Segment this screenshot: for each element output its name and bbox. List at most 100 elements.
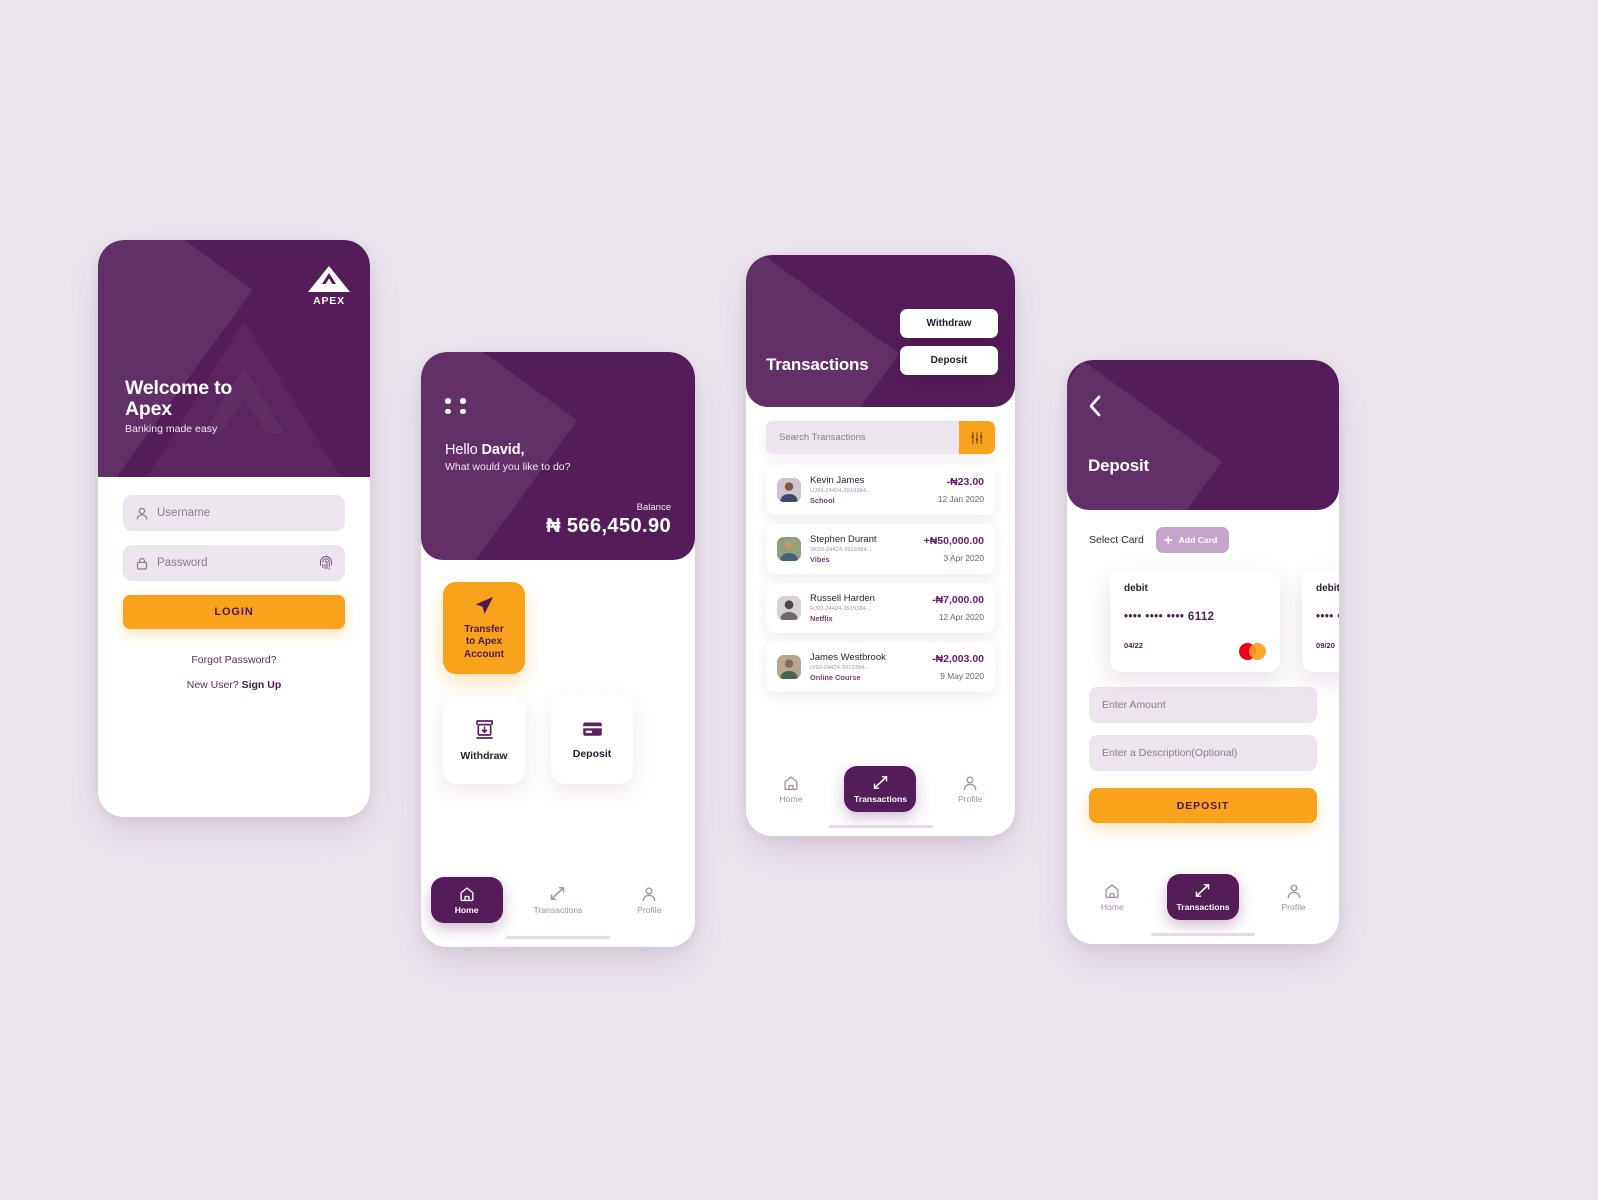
- transfer-arrows-icon: [1196, 884, 1210, 897]
- nav-item-profile[interactable]: Profile: [613, 877, 685, 923]
- withdraw-button[interactable]: Withdraw: [443, 696, 525, 784]
- transaction-reference: UJ93-24424-3919384...: [810, 487, 871, 494]
- bottom-nav: Home Transactions Profile: [421, 865, 695, 947]
- username-placeholder: Username: [157, 507, 211, 519]
- chevron-left-icon: [1089, 395, 1101, 417]
- person-icon: [642, 886, 656, 901]
- card-carousel[interactable]: debit •••• •••• •••• 6112 04/22 debit ••…: [1089, 570, 1339, 675]
- username-field[interactable]: Username: [123, 495, 345, 531]
- table-row[interactable]: James Westbrook IV93-24424-3919384... On…: [766, 642, 995, 692]
- send-icon: [475, 596, 493, 614]
- search-input[interactable]: Search Transactions: [766, 421, 959, 454]
- login-title-line2: Apex: [125, 398, 172, 420]
- greeting-subtitle: What would you like to do?: [445, 461, 571, 473]
- sign-up-link[interactable]: Sign Up: [242, 679, 282, 691]
- card-item[interactable]: debit •••• •••• •••• 6112 04/22: [1110, 570, 1280, 672]
- transaction-category: Netflix: [810, 613, 833, 623]
- home-indicator: [828, 825, 933, 828]
- deposit-body: Select Card + Add Card debit •••• •••• •…: [1067, 510, 1339, 823]
- page-title: Deposit: [1088, 456, 1149, 475]
- nav-item-home[interactable]: Home: [1076, 874, 1148, 920]
- bottom-nav: Home Transactions Profile: [746, 754, 1015, 836]
- login-header: APEX Welcome to Apex Banking made easy: [98, 240, 370, 477]
- home-indicator: [506, 936, 610, 939]
- card-expiry: 09/20: [1316, 641, 1336, 650]
- nav-label-transactions: Transactions: [533, 905, 583, 915]
- forgot-password-link[interactable]: Forgot Password?: [123, 654, 345, 666]
- transfer-arrows-icon: [551, 887, 565, 900]
- greeting-name: David,: [481, 442, 525, 458]
- nav-item-transactions[interactable]: Transactions: [522, 877, 594, 923]
- card-type: debit: [1124, 583, 1148, 594]
- home-screen: Hello David, What would you like to do? …: [421, 352, 695, 947]
- transfer-line3: Account: [464, 648, 504, 660]
- nav-item-home[interactable]: Home: [755, 766, 827, 812]
- table-row[interactable]: Russell Harden RJ93-24424-3919384... Net…: [766, 583, 995, 633]
- transfer-to-apex-account-button[interactable]: Transfer to Apex Account: [443, 582, 525, 674]
- card-number: •••• •••• •••• 6112: [1124, 611, 1215, 623]
- password-field[interactable]: Password: [123, 545, 345, 581]
- search-bar: Search Transactions: [766, 421, 995, 454]
- transaction-date: 12 Jan 2020: [937, 494, 984, 504]
- back-button[interactable]: [1088, 395, 1102, 417]
- deposit-button[interactable]: Deposit: [551, 696, 633, 784]
- nav-item-profile[interactable]: Profile: [1258, 874, 1330, 920]
- home-icon: [1105, 883, 1119, 898]
- transaction-date: 12 Apr 2020: [938, 612, 984, 622]
- transaction-category: School: [810, 495, 835, 505]
- nav-item-transactions[interactable]: Transactions: [1166, 874, 1239, 920]
- nav-item-profile[interactable]: Profile: [934, 766, 1006, 812]
- login-form: Username Password LOGIN Forgot Password?…: [98, 477, 370, 691]
- lock-icon: [136, 557, 148, 570]
- avatar-photo-icon: [777, 537, 801, 561]
- transaction-list: Kevin James UJ93-24424-3919384... School…: [766, 465, 995, 692]
- transaction-amount: -₦7,000.00: [932, 594, 984, 606]
- user-icon: [136, 507, 148, 520]
- nav-item-transactions[interactable]: Transactions: [844, 766, 917, 812]
- credit-card-icon: [582, 722, 602, 736]
- avatar-photo-icon: [777, 478, 801, 502]
- add-card-button[interactable]: + Add Card: [1155, 527, 1230, 553]
- nav-label-profile: Profile: [1281, 901, 1306, 912]
- withdraw-button[interactable]: Withdraw: [900, 309, 998, 338]
- screens-canvas: APEX Welcome to Apex Banking made easy U…: [0, 0, 1598, 1200]
- deposit-button[interactable]: Deposit: [900, 346, 998, 375]
- transfer-line2: to Apex: [465, 636, 503, 648]
- mastercard-logo: [1239, 643, 1266, 660]
- filter-sliders-icon: [971, 431, 983, 444]
- transaction-details: James Westbrook IV93-24424-3919384... On…: [810, 652, 932, 682]
- description-input[interactable]: Enter a Description(Optional): [1089, 735, 1317, 771]
- filter-button[interactable]: [959, 421, 995, 454]
- greeting: Hello David,: [445, 442, 525, 458]
- transaction-amount-block: +₦50,000.00 3 Apr 2020: [924, 535, 984, 563]
- deposit-header: Deposit: [1067, 360, 1339, 510]
- amount-input[interactable]: Enter Amount: [1089, 687, 1317, 723]
- nav-item-home[interactable]: Home: [430, 877, 503, 923]
- transactions-title: Transactions: [766, 355, 869, 374]
- avatar: [777, 596, 801, 620]
- nav-label-profile: Profile: [957, 793, 983, 804]
- transaction-reference: SK93-24424-3919384...: [810, 546, 872, 553]
- table-row[interactable]: Kevin James UJ93-24424-3919384... School…: [766, 465, 995, 515]
- secondary-actions-row: Withdraw Deposit: [443, 696, 673, 784]
- menu-dots-icon[interactable]: [445, 398, 470, 414]
- login-button[interactable]: LOGIN: [123, 595, 345, 629]
- transactions-screen: Transactions Withdraw Deposit Search Tra…: [746, 255, 1015, 836]
- home-indicator: [1151, 933, 1255, 936]
- deposit-submit-button[interactable]: DEPOSIT: [1089, 788, 1317, 823]
- table-row[interactable]: Stephen Durant SK93-24424-3919384... Vib…: [766, 524, 995, 574]
- avatar: [777, 478, 801, 502]
- apex-mountain-icon: [308, 266, 350, 292]
- transaction-amount-block: -₦7,000.00 12 Apr 2020: [932, 594, 984, 622]
- nav-label-transactions: Transactions: [853, 794, 907, 804]
- transaction-amount: +₦50,000.00: [923, 535, 984, 547]
- fingerprint-icon[interactable]: [319, 555, 333, 571]
- transaction-date: 9 May 2020: [940, 671, 984, 681]
- balance-value: ₦ 566,450.90: [546, 515, 671, 537]
- greeting-prefix: Hello: [445, 442, 482, 458]
- person-icon: [1287, 883, 1300, 898]
- transaction-details: Russell Harden RJ93-24424-3919384... Net…: [810, 593, 932, 623]
- transaction-date: 3 Apr 2020: [943, 553, 984, 563]
- card-item[interactable]: debit •••• •••• •••• 6443 09/20: [1302, 570, 1339, 672]
- transaction-name: Stephen Durant: [810, 534, 877, 546]
